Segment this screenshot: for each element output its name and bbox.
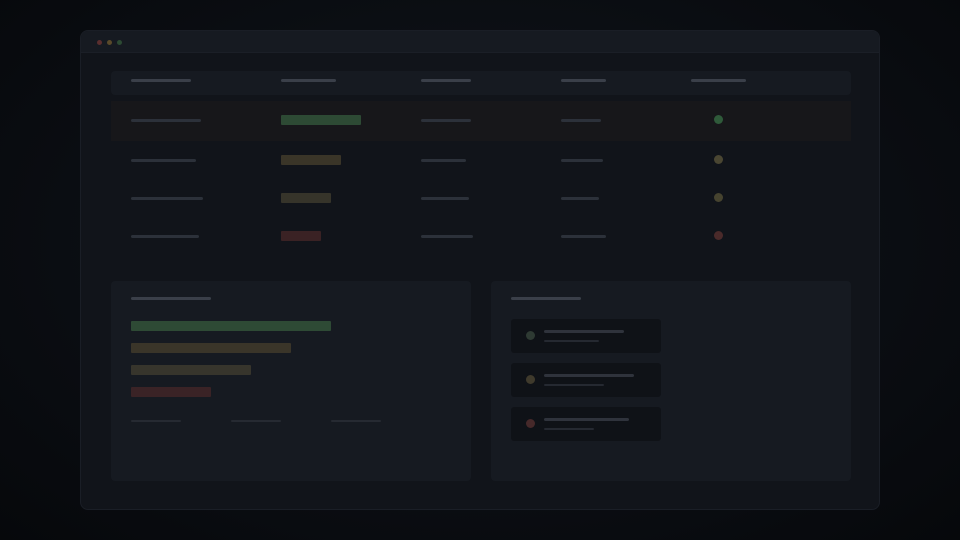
close-window-icon[interactable] (97, 40, 102, 45)
table-row[interactable] (111, 141, 851, 181)
status-dot-icon (714, 231, 723, 240)
axis-label (331, 420, 381, 422)
status-dot-icon (526, 419, 535, 428)
bar (131, 387, 211, 397)
cell-value (561, 159, 603, 162)
card-subtitle (544, 340, 599, 342)
cell-value (421, 235, 473, 238)
column-header-2[interactable] (281, 79, 336, 82)
column-header-1[interactable] (131, 79, 191, 82)
cell-value (561, 197, 599, 200)
card-subtitle (544, 428, 594, 430)
column-header-status[interactable] (691, 79, 746, 82)
status-badge (281, 115, 361, 125)
cell-name (131, 197, 203, 200)
axis-label (231, 420, 281, 422)
status-badge (281, 155, 341, 165)
status-dot-icon (526, 331, 535, 340)
table-header (111, 71, 851, 95)
table-row[interactable] (111, 179, 851, 219)
status-badge (281, 193, 331, 203)
maximize-window-icon[interactable] (117, 40, 122, 45)
table-row[interactable] (111, 217, 851, 257)
column-header-4[interactable] (561, 79, 606, 82)
panel-title (131, 297, 211, 300)
app-window (80, 30, 880, 510)
cell-name (131, 235, 199, 238)
panel-title (511, 297, 581, 300)
status-dot-icon (714, 115, 723, 124)
status-card[interactable] (511, 319, 661, 353)
minimize-window-icon[interactable] (107, 40, 112, 45)
cell-value (561, 235, 606, 238)
card-title (544, 330, 624, 333)
table-row[interactable] (111, 101, 851, 141)
column-header-3[interactable] (421, 79, 471, 82)
status-dot-icon (714, 193, 723, 202)
bar (131, 365, 251, 375)
card-title (544, 418, 629, 421)
bar (131, 321, 331, 331)
cell-value (421, 119, 471, 122)
status-card[interactable] (511, 363, 661, 397)
status-panel (491, 281, 851, 481)
cell-name (131, 119, 201, 122)
bar-chart-panel (111, 281, 471, 481)
card-subtitle (544, 384, 604, 386)
status-card[interactable] (511, 407, 661, 441)
bar (131, 343, 291, 353)
card-title (544, 374, 634, 377)
cell-value (421, 197, 469, 200)
cell-name (131, 159, 196, 162)
cell-value (421, 159, 466, 162)
cell-value (561, 119, 601, 122)
window-titlebar[interactable] (81, 31, 879, 53)
status-badge (281, 231, 321, 241)
axis-label (131, 420, 181, 422)
status-dot-icon (714, 155, 723, 164)
status-dot-icon (526, 375, 535, 384)
